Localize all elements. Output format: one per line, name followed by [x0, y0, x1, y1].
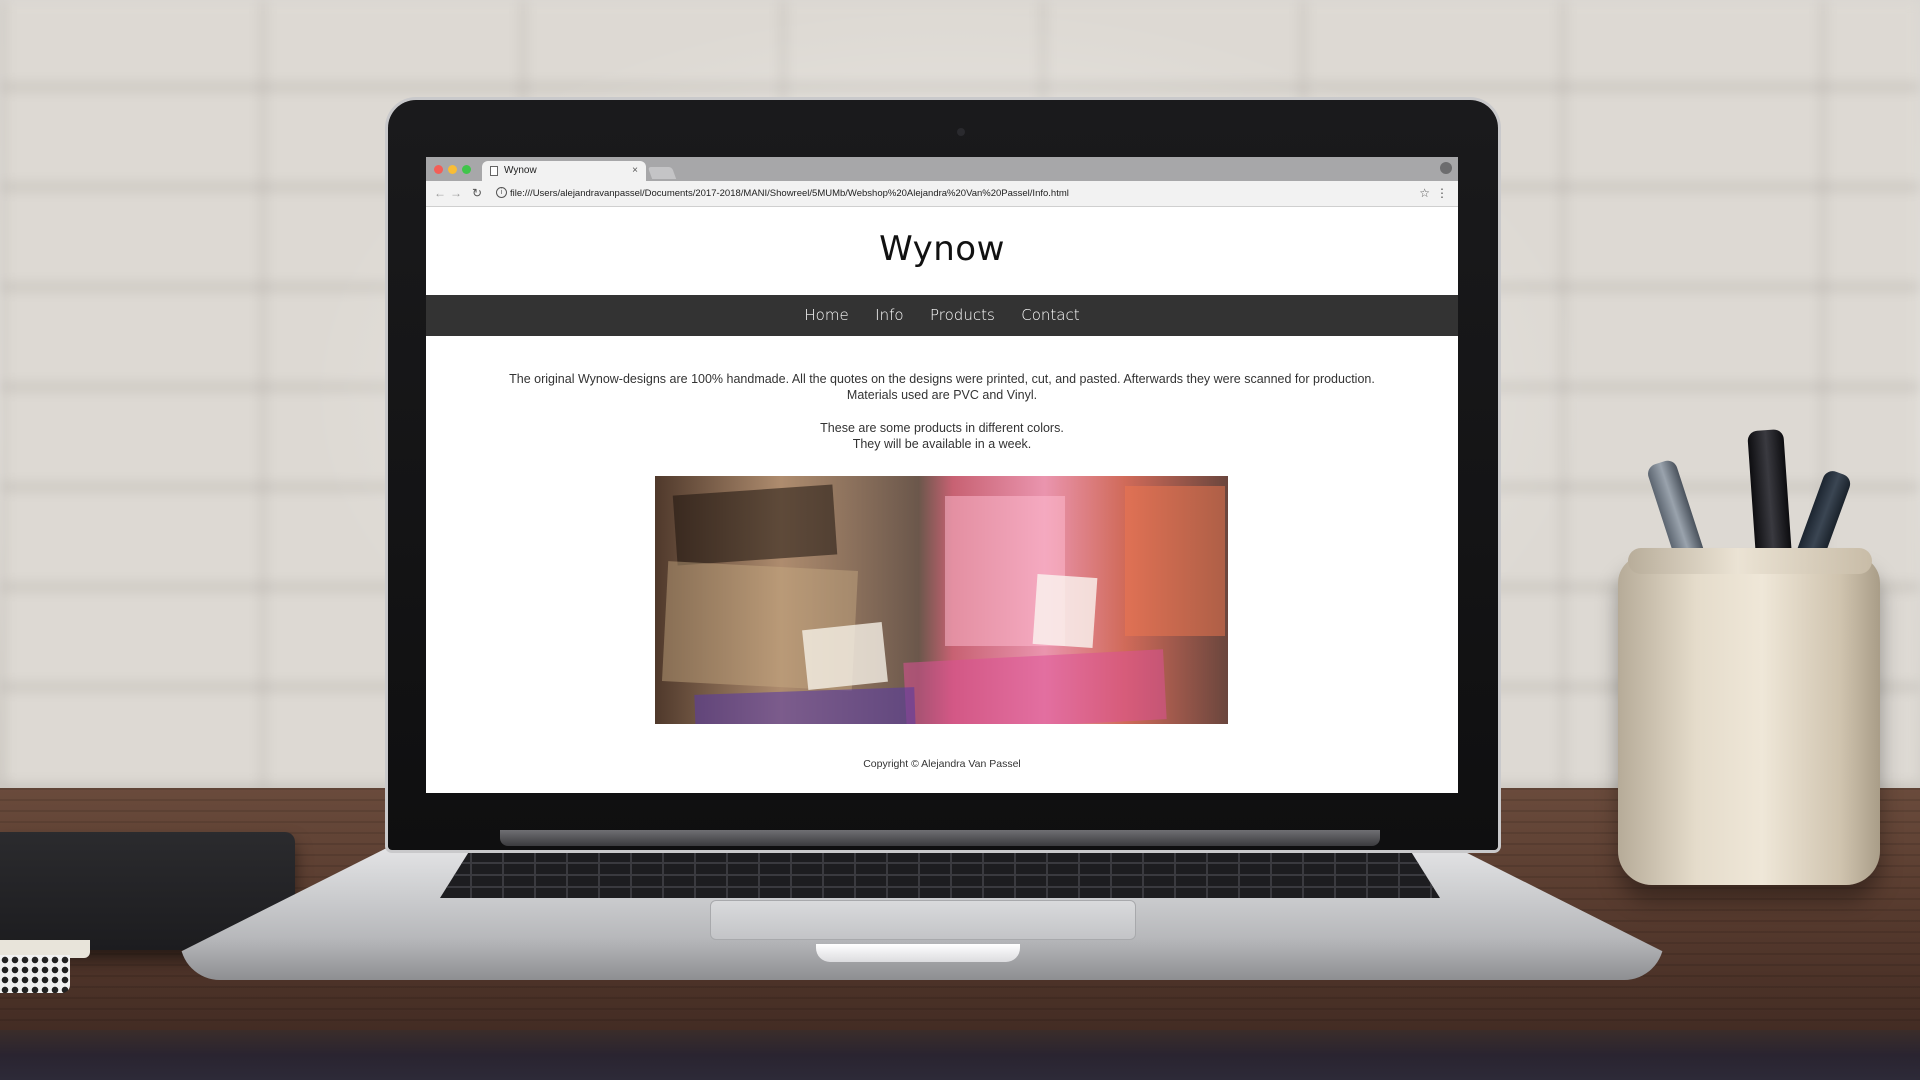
laptop-notch [816, 944, 1020, 962]
collage-panel [672, 484, 838, 566]
collage-panel [1125, 486, 1225, 636]
web-page: Wynow Home Info Products Contact The ori… [426, 207, 1458, 793]
laptop-keyboard [440, 850, 1440, 898]
intro-paragraph: The original Wynow-designs are 100% hand… [486, 371, 1398, 403]
address-bar[interactable]: file:///Users/alejandravanpassel/Documen… [510, 185, 1330, 202]
tab-title: Wynow [504, 165, 537, 176]
new-tab-button[interactable] [647, 167, 677, 179]
reload-icon[interactable]: ↻ [472, 185, 482, 201]
maximize-window-button[interactable] [462, 165, 471, 174]
pen-jar-lip [1628, 548, 1872, 574]
browser-tab-bar: Wynow × [426, 157, 1458, 181]
close-window-button[interactable] [434, 165, 443, 174]
nav-products[interactable]: Products [930, 295, 995, 336]
back-icon[interactable]: ← [434, 185, 446, 201]
products-line-1: These are some products in different col… [820, 421, 1064, 435]
nav-contact[interactable]: Contact [1021, 295, 1079, 336]
collage-panel [694, 687, 916, 724]
minimize-window-button[interactable] [448, 165, 457, 174]
product-collage-image [655, 476, 1228, 724]
notebook-pattern [0, 955, 70, 993]
collage-panel [1032, 573, 1098, 649]
forward-icon[interactable]: → [450, 185, 462, 201]
info-icon[interactable]: i [496, 187, 507, 198]
laptop-trackpad [710, 900, 1136, 940]
laptop-screen: Wynow × ← → ↻ i file:///Users/alejandrav… [426, 157, 1458, 793]
collage-panel [802, 621, 888, 691]
profile-icon[interactable] [1440, 162, 1452, 174]
copyright-footer: Copyright © Alejandra Van Passel [863, 758, 1021, 770]
table-edge [0, 1030, 1920, 1080]
collage-panel [903, 649, 1167, 724]
intro-line-1: The original Wynow-designs are 100% hand… [509, 372, 1375, 386]
laptop-hinge [500, 830, 1380, 846]
pen-jar [1618, 555, 1880, 885]
intro-line-2: Materials used are PVC and Vinyl. [846, 388, 1038, 402]
nav-info[interactable]: Info [875, 295, 903, 336]
document-icon [490, 166, 498, 176]
products-line-2: They will be available in a week. [852, 437, 1032, 451]
browser-menu-icon[interactable]: ⋮ [1436, 185, 1448, 201]
browser-toolbar: ← → ↻ i file:///Users/alejandravanpassel… [426, 181, 1458, 207]
products-paragraph: These are some products in different col… [486, 420, 1398, 452]
site-title[interactable]: Wynow [426, 229, 1458, 269]
nav-home[interactable]: Home [804, 295, 848, 336]
main-navigation: Home Info Products Contact [426, 295, 1458, 336]
browser-tab[interactable]: Wynow × [482, 161, 646, 181]
camera-icon [957, 128, 965, 136]
tab-close-icon[interactable]: × [632, 161, 638, 181]
bookmark-star-icon[interactable]: ☆ [1419, 185, 1430, 201]
